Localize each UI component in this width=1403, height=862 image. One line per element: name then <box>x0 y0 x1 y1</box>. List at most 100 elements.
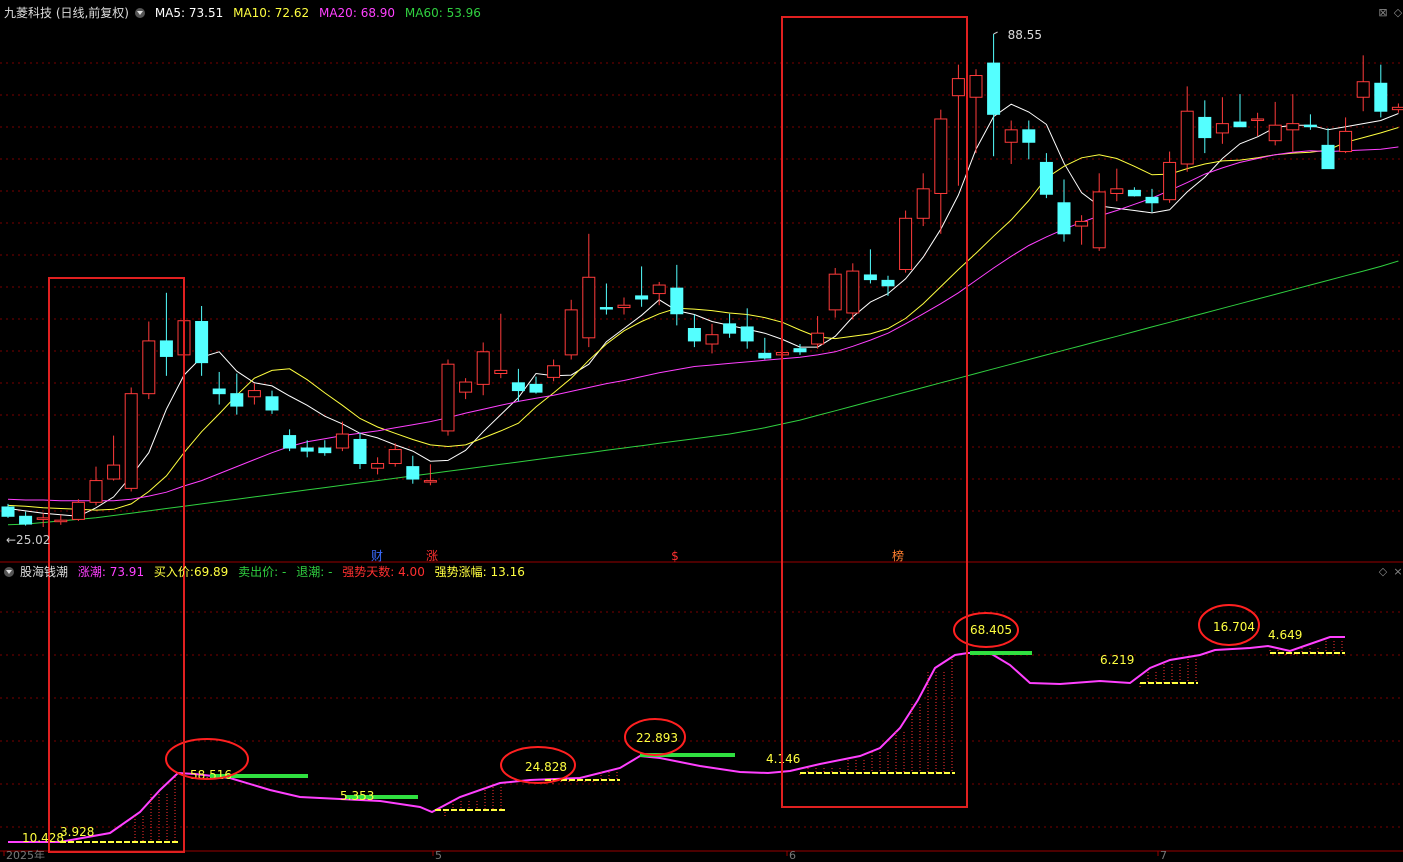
stock-chart-window: 10.428 3.928 58.516 5.353 24.828 22.893 4.146 6… <box>0 0 1403 862</box>
expand-panel-icon[interactable]: ◇ <box>1392 7 1403 19</box>
down-candle <box>300 447 314 452</box>
time-axis-label: 6 <box>789 849 796 859</box>
up-candle <box>969 75 983 98</box>
event-marker: 榜 <box>892 548 904 563</box>
down-candle <box>793 348 807 353</box>
up-candle <box>459 381 473 393</box>
up-candle <box>423 480 437 483</box>
main-legend: 九菱科技 (日线,前复权) MA5: 73.51 MA10: 72.62 MA2… <box>4 5 487 21</box>
down-candle <box>511 382 525 392</box>
up-candle <box>846 270 860 314</box>
down-candle <box>212 388 226 395</box>
down-candle <box>881 279 895 287</box>
chart-labels: 88.55 ←25.02 财 涨 $ 榜 2025年 5 6 7 <box>3 28 1167 862</box>
chart-canvas[interactable]: 10.4283.92858.5165.35324.82822.8934.1466… <box>0 0 1403 862</box>
down-candle <box>1303 124 1317 128</box>
buy-price-name: 买入价: <box>153 565 194 579</box>
strong-days-name: 强势天数: <box>342 565 395 579</box>
down-candle <box>230 393 244 407</box>
grid-lines <box>0 62 1403 852</box>
down-candle <box>1233 121 1247 128</box>
down-candle <box>318 447 332 454</box>
down-candle <box>195 321 209 364</box>
up-candle <box>388 449 402 465</box>
indicator-value-label: 4.649 <box>1268 628 1302 642</box>
down-candle <box>406 466 420 480</box>
down-candle <box>1022 129 1036 143</box>
indicator-value-label: 22.893 <box>636 731 678 745</box>
indicator-value-label: 10.428 <box>22 831 64 845</box>
up-candle <box>652 284 666 295</box>
event-marker: $ <box>671 549 679 563</box>
indicator-value-label: 68.405 <box>970 623 1012 637</box>
close-subpanel-icon[interactable]: × <box>1392 566 1403 578</box>
up-candle <box>951 78 965 97</box>
ma20-value: 68.90 <box>360 6 396 20</box>
tuichao-name: 退潮: <box>296 565 325 579</box>
collapse-subpanel-icon[interactable]: ◇ <box>1377 566 1389 578</box>
down-candle <box>670 287 684 315</box>
down-candle <box>723 323 737 334</box>
up-candle <box>582 276 596 339</box>
up-candle <box>476 351 490 385</box>
up-candle <box>1286 123 1300 131</box>
buy-price-label: 买入价:69.89 <box>154 565 228 579</box>
down-candle <box>1057 202 1071 235</box>
up-candle <box>441 363 455 432</box>
buy-price-value: 69.89 <box>193 565 229 579</box>
down-candle <box>1 506 15 517</box>
high-price-label: 88.55 <box>1008 28 1042 42</box>
dropdown-icon[interactable] <box>135 8 145 18</box>
close-panel-button[interactable]: ⊠ <box>1377 7 1389 19</box>
up-candle <box>1180 110 1194 165</box>
ma60-value: 53.96 <box>446 6 481 20</box>
up-candle <box>142 340 156 395</box>
ma60-label: MA60: 53.96 <box>405 6 481 20</box>
down-candle <box>1198 116 1212 139</box>
down-candle <box>1374 82 1388 112</box>
stock-title[interactable]: 九菱科技 (日线,前复权) <box>4 6 129 20</box>
low-price-label: ←25.02 <box>6 533 50 547</box>
up-candle <box>371 463 385 469</box>
ma5-value: 73.51 <box>188 6 224 20</box>
up-candle <box>828 273 842 311</box>
candlesticks <box>1 34 1403 527</box>
up-candle <box>547 365 561 378</box>
indicator-value-label: 5.353 <box>340 789 374 803</box>
ma10-label: MA10: 72.62 <box>233 6 309 20</box>
up-candle <box>71 501 85 520</box>
up-candle <box>107 464 121 480</box>
down-candle <box>740 326 754 342</box>
up-candle <box>1215 123 1229 134</box>
up-candle <box>934 118 948 194</box>
ma10-value: 72.62 <box>274 6 310 20</box>
up-candle <box>1092 191 1106 249</box>
dropdown-icon[interactable] <box>4 567 14 577</box>
highlight-boxes <box>48 16 968 853</box>
up-candle <box>124 393 138 489</box>
time-axis-label: 5 <box>435 849 442 859</box>
down-candle <box>283 435 297 449</box>
down-candle <box>635 295 649 300</box>
ma10-name: MA10: <box>233 6 271 20</box>
ma5-label: MA5: 73.51 <box>155 6 223 20</box>
indicator-value-label: 4.146 <box>766 752 800 766</box>
up-candle <box>1339 130 1353 153</box>
strong-gain-label: 强势涨幅: 13.16 <box>435 565 525 579</box>
up-candle <box>564 309 578 356</box>
up-candle <box>811 332 825 345</box>
tuichao-label: 退潮: - <box>296 565 332 579</box>
up-candle <box>1004 129 1018 143</box>
moving-average-lines <box>7 103 1399 526</box>
sub-legend: 股海钱潮 涨潮: 73.91 买入价:69.89 卖出价: - 退潮: - 强势… <box>4 564 531 580</box>
high-pointer <box>993 31 998 35</box>
up-candle <box>1356 81 1370 98</box>
down-candle <box>1127 189 1141 197</box>
indicator-value-label: 3.928 <box>60 825 94 839</box>
sell-price-value: - <box>282 565 287 579</box>
ma60-name: MA60: <box>404 6 443 20</box>
down-candle <box>1321 144 1335 170</box>
indicator-value-label: 6.219 <box>1100 653 1134 667</box>
down-candle <box>19 515 33 525</box>
indicator-title[interactable]: 股海钱潮 <box>20 565 68 579</box>
